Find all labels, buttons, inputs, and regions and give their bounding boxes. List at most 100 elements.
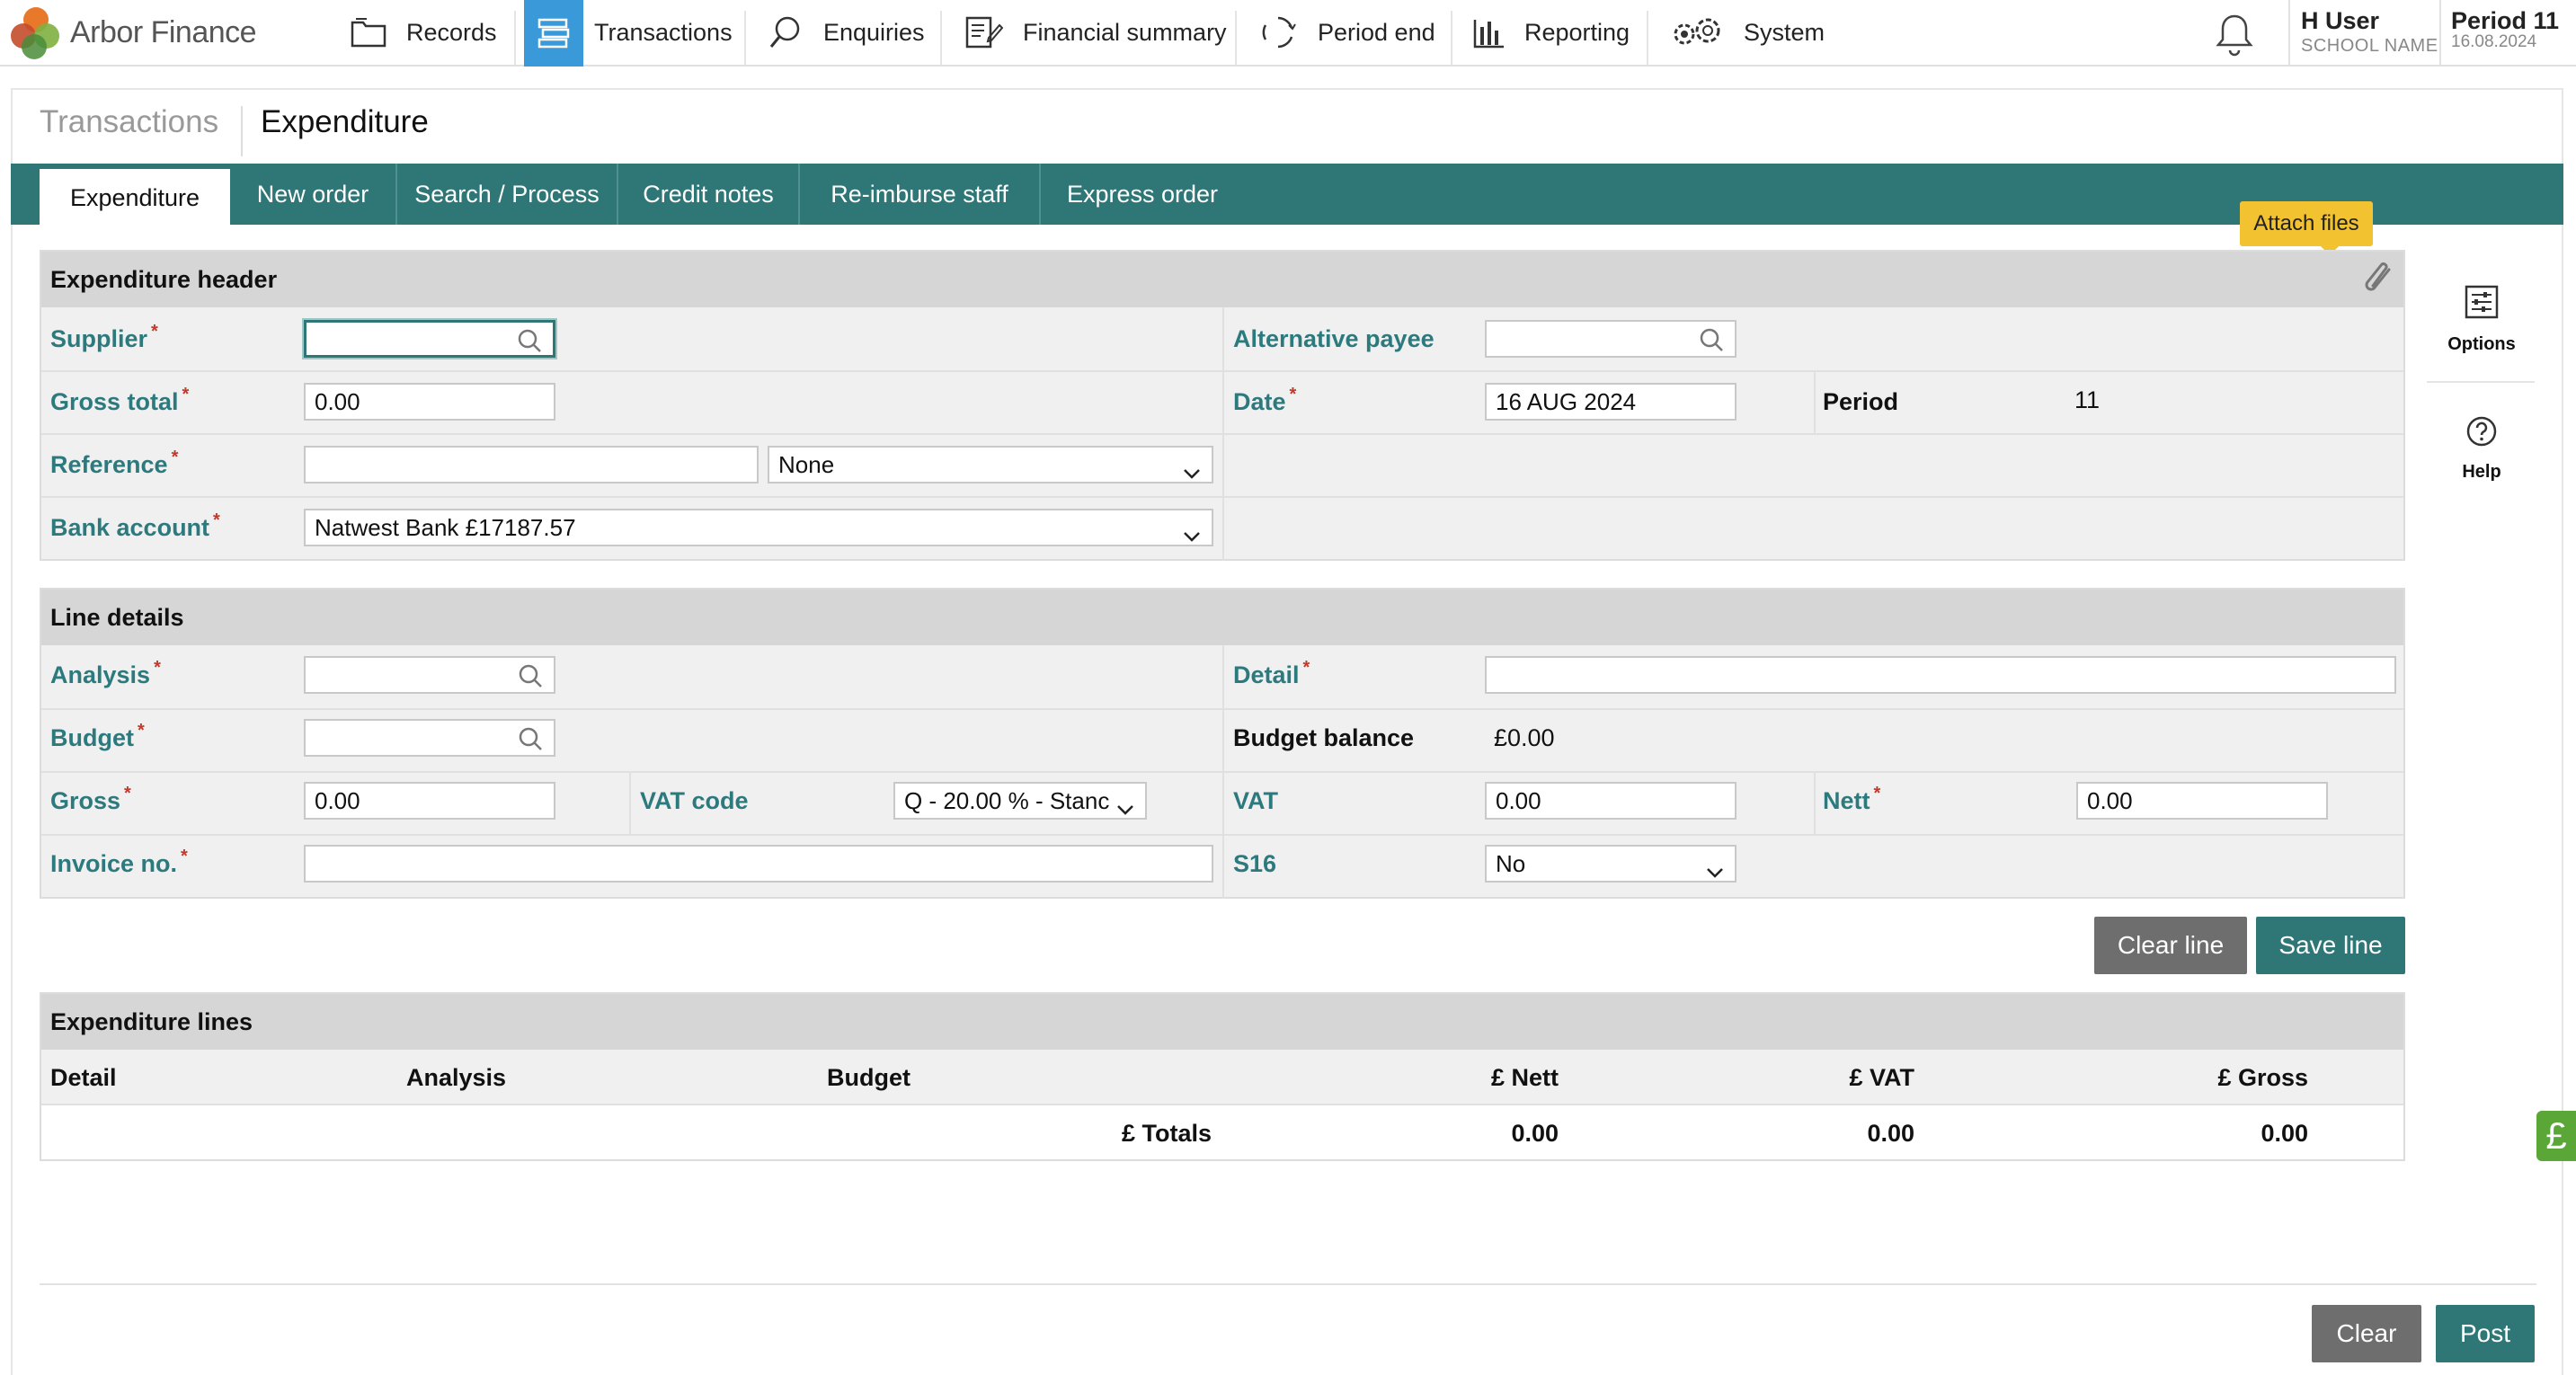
period-field-value: 11 [2074,386,2101,413]
supplier-label: Supplier * [50,322,158,352]
finance-side-tab[interactable]: £ [2536,1111,2576,1161]
totals-label: £ Totals [1121,1120,1212,1147]
budget-input[interactable] [304,719,555,757]
tab-search-process[interactable]: Search / Process [397,164,618,225]
nav-records[interactable]: Records [351,0,497,65]
nav-system[interactable]: System [1670,0,1825,65]
search-icon[interactable] [518,726,543,755]
totals-nett: 0.00 [1511,1120,1559,1147]
clear-line-button[interactable]: Clear line [2094,917,2247,974]
budget-label: Budget * [50,721,145,751]
app-name: Arbor Finance [70,14,257,49]
nav-period-end[interactable]: Period end [1258,0,1435,65]
nav-financial-summary[interactable]: Financial summary [964,0,1227,65]
save-line-button[interactable]: Save line [2256,917,2405,974]
logo-icon [9,5,63,59]
analysis-label: Analysis * [50,658,161,688]
period-field-label: Period [1823,388,1899,415]
bank-account-select[interactable]: Natwest Bank £17187.57 [304,509,1213,546]
tab-express-order[interactable]: Express order [1041,164,1244,225]
date-input[interactable]: 16 AUG 2024 [1485,383,1737,421]
nett-label: Nett * [1823,784,1881,814]
tab-new-order[interactable]: New order [230,164,397,225]
search-icon [768,14,804,50]
help-button[interactable]: Help [2432,415,2531,483]
reference-type-select[interactable]: None [768,446,1213,483]
reference-input[interactable] [304,446,759,483]
detail-input[interactable] [1485,656,2396,694]
panel-title: Expenditure lines [41,994,2403,1050]
lines-table-header: Detail Analysis Budget £ Nett £ VAT £ Gr… [41,1050,2403,1105]
column-header[interactable]: Detail [50,1064,117,1092]
gross-input[interactable]: 0.00 [304,782,555,820]
invoice-no-input[interactable] [304,845,1213,883]
vat-code-select[interactable]: Q - 20.00 % - Stanc [893,782,1147,820]
nav-label: Financial summary [1023,18,1227,46]
nett-input[interactable]: 0.00 [2076,782,2328,820]
document-edit-icon [964,14,1003,50]
attach-files-tooltip: Attach files [2240,201,2373,246]
detail-label: Detail * [1233,658,1310,688]
expenditure-header-panel: Expenditure header Supplier * Alternative… [40,250,2405,561]
paperclip-icon[interactable] [2362,261,2398,305]
app-logo[interactable]: Arbor Finance [9,5,257,59]
clear-button[interactable]: Clear [2312,1305,2421,1362]
s16-select[interactable]: No [1485,845,1737,883]
period-label: Period 11 [2451,7,2560,34]
bell-icon[interactable] [2213,13,2256,62]
totals-vat: 0.00 [1867,1120,1914,1147]
nav-label: Period end [1318,18,1435,46]
budget-balance-label: Budget balance [1233,724,1415,751]
nav-label: System [1744,18,1825,46]
gross-label: Gross * [50,784,131,814]
line-details-panel: Line details Analysis * Detail * Budget * B… [40,588,2405,899]
date-label: Date * [1233,385,1297,415]
settings-gears-icon [1670,14,1724,50]
search-icon[interactable] [1699,327,1724,356]
chevron-down-icon [1183,458,1201,482]
chevron-down-icon [1706,857,1724,881]
top-navigation: Arbor Finance Records Transactions Enqui… [0,0,2576,67]
help-label: Help [2462,462,2501,482]
user-school: SCHOOL NAME [2301,36,2438,56]
gross-total-label: Gross total * [50,385,190,415]
options-label: Options [2447,334,2516,354]
nav-label: Enquiries [823,18,925,46]
nav-transactions[interactable]: Transactions [594,0,733,65]
budget-balance-value: £0.00 [1494,724,1555,751]
column-header[interactable]: Budget [827,1064,910,1092]
transactions-icon[interactable] [524,0,583,67]
gross-total-input[interactable]: 0.00 [304,383,555,421]
tab-reimburse-staff[interactable]: Re-imburse staff [800,164,1041,225]
analysis-input[interactable] [304,656,555,694]
alternative-payee-input[interactable] [1485,320,1737,358]
options-button[interactable]: Options [2432,284,2531,355]
panel-title: Line details [41,590,2403,645]
tab-expenditure[interactable]: Expenditure [40,167,230,226]
nav-reporting[interactable]: Reporting [1472,0,1630,65]
rail-divider [2427,381,2535,383]
s16-label: S16 [1233,850,1277,877]
nav-label: Transactions [594,18,733,46]
column-header[interactable]: £ Gross [2217,1064,2308,1092]
column-header[interactable]: £ VAT [1849,1064,1914,1092]
invoice-no-label: Invoice no. * [50,847,188,877]
column-header[interactable]: £ Nett [1491,1064,1559,1092]
page-title: Expenditure [261,104,429,139]
vat-input[interactable]: 0.00 [1485,782,1737,820]
search-icon[interactable] [517,328,542,355]
nav-enquiries[interactable]: Enquiries [768,0,925,65]
post-button[interactable]: Post [2436,1305,2535,1362]
breadcrumb-parent[interactable]: Transactions [40,104,218,140]
expenditure-lines-panel: Expenditure lines Detail Analysis Budget… [40,992,2405,1161]
column-header[interactable]: Analysis [406,1064,506,1092]
breadcrumb-divider [241,106,243,156]
nav-label: Records [406,18,497,46]
sub-tab-bar: Expenditure New order Search / Process C… [11,164,2563,226]
search-icon[interactable] [518,663,543,692]
supplier-input[interactable] [304,320,555,358]
tab-credit-notes[interactable]: Credit notes [618,164,800,225]
totals-row: £ Totals 0.00 0.00 0.00 [41,1105,2403,1161]
refresh-cycle-icon [1258,13,1298,52]
nav-label: Reporting [1524,18,1630,46]
